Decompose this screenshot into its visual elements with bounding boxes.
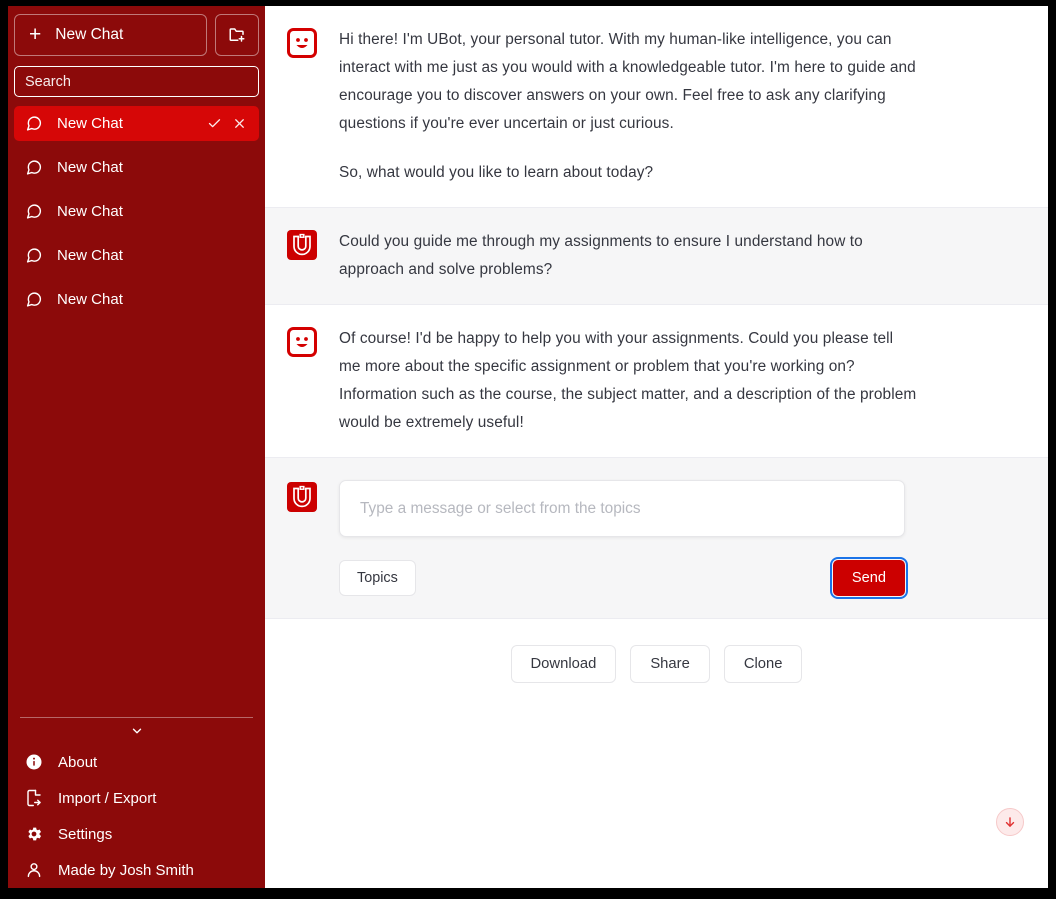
composer-actions: Topics Send — [339, 557, 909, 599]
search-placeholder: Search — [25, 73, 71, 90]
clone-button[interactable]: Clone — [723, 645, 803, 683]
conversation-footer-actions: Download Share Clone — [265, 619, 1048, 683]
arrow-down-icon — [1005, 817, 1015, 827]
chat-message-assistant: Hi there! I'm UBot, your personal tutor.… — [265, 6, 1048, 208]
chat-list-item-label: New Chat — [57, 203, 123, 220]
utah-u-avatar — [287, 230, 317, 260]
message-paragraph: Hi there! I'm UBot, your personal tutor.… — [339, 31, 916, 132]
topics-button[interactable]: Topics — [339, 560, 416, 596]
composer-main: Type a message or select from the topics… — [339, 480, 909, 599]
sidebar-top-row: + New Chat — [14, 14, 259, 56]
chat-list-item[interactable]: New Chat — [14, 150, 259, 185]
sidebar-item-label: Made by Josh Smith — [58, 861, 194, 879]
sidebar-item-import-export[interactable]: Import / Export — [14, 780, 259, 816]
message-icon — [26, 160, 42, 175]
send-button[interactable]: Send — [829, 557, 909, 599]
utah-u-avatar — [287, 482, 317, 512]
sidebar-item-settings[interactable]: Settings — [14, 816, 259, 852]
gear-icon — [24, 825, 44, 843]
new-chat-button[interactable]: + New Chat — [14, 14, 207, 56]
message-icon — [26, 204, 42, 219]
sidebar-item-label: About — [58, 753, 98, 771]
chat-list-item[interactable]: New Chat — [14, 282, 259, 317]
ubot-smiley-avatar — [287, 327, 317, 357]
info-icon — [24, 753, 44, 771]
chat-list-item[interactable]: New Chat — [14, 238, 259, 273]
ubot-smiley-avatar — [287, 28, 317, 58]
chat-list-item-label: New Chat — [57, 291, 123, 308]
sidebar: + New Chat Search New Chat New Chat New … — [8, 6, 265, 888]
sidebar-collapse-button[interactable] — [14, 718, 259, 744]
new-folder-button[interactable] — [215, 14, 259, 56]
message-icon — [26, 292, 42, 307]
import-export-icon — [24, 789, 44, 807]
chevron-down-icon — [132, 728, 141, 734]
message-input-placeholder: Type a message or select from the topics — [360, 499, 641, 517]
message-text: Could you guide me through my assignment… — [339, 228, 919, 284]
chat-list-item-label: New Chat — [57, 159, 123, 176]
chat-list-item[interactable]: New Chat — [14, 106, 259, 141]
sidebar-item-about[interactable]: About — [14, 744, 259, 780]
message-icon — [26, 116, 42, 131]
sidebar-item-label: Settings — [58, 825, 113, 843]
message-text: Hi there! I'm UBot, your personal tutor.… — [339, 26, 919, 187]
sidebar-footer: About Import / Export Settings Made by J… — [14, 717, 259, 888]
message-composer: Type a message or select from the topics… — [265, 458, 1048, 619]
plus-icon: + — [29, 22, 42, 46]
confirm-rename-icon[interactable] — [207, 116, 222, 131]
chat-main: Hi there! I'm UBot, your personal tutor.… — [265, 6, 1048, 888]
chat-message-user: Could you guide me through my assignment… — [265, 208, 1048, 305]
message-text: Of course! I'd be happy to help you with… — [339, 325, 919, 437]
new-folder-icon — [229, 28, 245, 42]
search-input[interactable]: Search — [14, 66, 259, 97]
chat-list-item-label: New Chat — [57, 247, 123, 264]
message-input[interactable]: Type a message or select from the topics — [339, 480, 905, 537]
message-paragraph: Of course! I'd be happy to help you with… — [339, 330, 917, 431]
sidebar-item-author[interactable]: Made by Josh Smith — [14, 852, 259, 888]
app-window: + New Chat Search New Chat New Chat New … — [8, 6, 1048, 888]
message-paragraph: Could you guide me through my assignment… — [339, 233, 863, 278]
chat-message-assistant: Of course! I'd be happy to help you with… — [265, 305, 1048, 458]
message-paragraph: So, what would you like to learn about t… — [339, 164, 654, 181]
scroll-to-bottom-button[interactable] — [996, 808, 1024, 836]
person-icon — [24, 861, 44, 879]
chat-list-item[interactable]: New Chat — [14, 194, 259, 229]
sidebar-item-label: Import / Export — [58, 789, 157, 807]
chat-row-actions — [207, 116, 251, 131]
new-chat-label: New Chat — [55, 26, 124, 43]
delete-chat-icon[interactable] — [232, 116, 247, 131]
chat-list-item-label: New Chat — [57, 115, 123, 132]
download-button[interactable]: Download — [510, 645, 617, 683]
chat-list: New Chat New Chat New Chat New Chat New … — [14, 106, 259, 717]
share-button[interactable]: Share — [630, 645, 710, 683]
message-icon — [26, 248, 42, 263]
